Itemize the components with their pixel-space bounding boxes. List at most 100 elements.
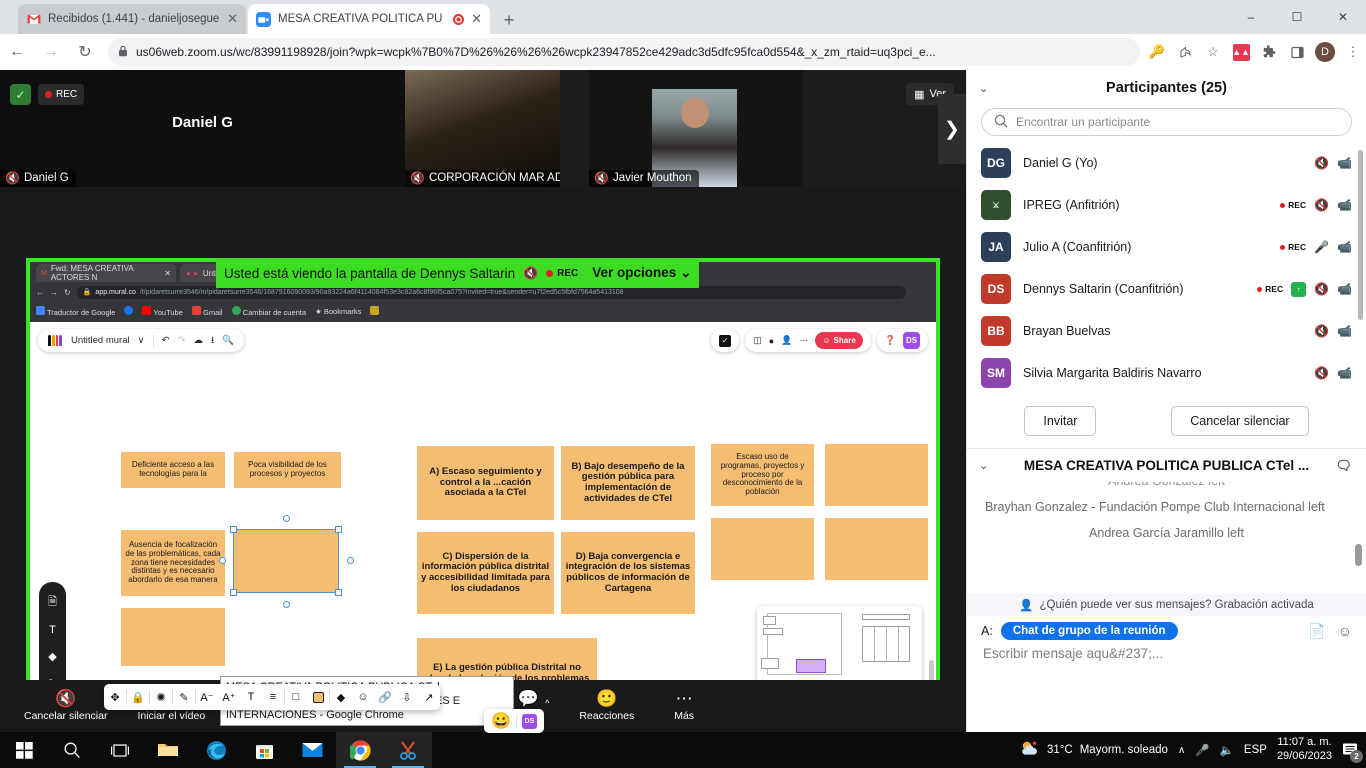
sticky-note[interactable]: [711, 518, 814, 580]
key-icon[interactable]: 🔑: [1144, 39, 1170, 65]
lock-icon[interactable]: 🔒: [127, 684, 149, 710]
group-icon[interactable]: ✺: [150, 684, 172, 710]
bookmark-bookmarks[interactable]: ★ Bookmarks: [315, 307, 361, 316]
reaction-user-avatar[interactable]: DS: [521, 713, 537, 729]
link-icon[interactable]: 🔗: [374, 684, 396, 710]
resize-handle-tr[interactable]: [335, 526, 342, 533]
close-window-button[interactable]: ✕: [1320, 0, 1366, 34]
side-panel-icon[interactable]: [1284, 39, 1310, 65]
fill-color-icon[interactable]: [307, 684, 329, 710]
resize-handle-bl[interactable]: [230, 589, 237, 596]
redo-icon[interactable]: ↷: [178, 335, 186, 346]
mural-title[interactable]: Untitled mural: [71, 335, 130, 346]
participants-list[interactable]: DG Daniel G (Yo) 🔇 📹 ⚔ IPREG (Anfitrión)…: [967, 142, 1366, 396]
video-tile-corporacion[interactable]: 🔇 CORPORACIÓN MAR ADENTRO: [405, 70, 560, 187]
participant-row[interactable]: SM Silvia Margarita Baldiris Navarro 🔇 📹: [967, 352, 1366, 394]
participant-row[interactable]: DS Dennys Saltarin (Coanfitrión) REC ↑ 🔇…: [967, 268, 1366, 310]
reload-icon[interactable]: ↻: [68, 35, 102, 69]
mural-extension-icon[interactable]: ▲▲: [1228, 39, 1254, 65]
search-icon[interactable]: 🔍: [222, 335, 234, 346]
connector-handle-left[interactable]: [219, 557, 226, 564]
mail-icon[interactable]: [288, 732, 336, 768]
chevron-down-icon[interactable]: ∨: [138, 335, 145, 346]
video-off-icon[interactable]: 📹: [1337, 241, 1352, 253]
chevron-up-icon[interactable]: ^: [545, 698, 549, 708]
font-decrease-icon[interactable]: A⁻: [196, 684, 218, 710]
shared-tab-gmail[interactable]: M Fwd: MESA CREATIVA ACTORES N ✕: [36, 264, 176, 282]
mural-user-avatar[interactable]: DS: [903, 332, 920, 349]
mode-icon[interactable]: ●: [769, 336, 774, 346]
microsoft-store-icon[interactable]: [240, 732, 288, 768]
text-icon[interactable]: T: [39, 616, 66, 643]
mic-on-icon[interactable]: 🎤: [1314, 240, 1329, 254]
edge-icon[interactable]: [192, 732, 240, 768]
recording-indicator[interactable]: REC: [38, 84, 85, 105]
star-icon[interactable]: ☆: [1200, 39, 1226, 65]
view-options-button[interactable]: Ver opciones ⌄: [586, 265, 692, 281]
search-icon[interactable]: [48, 732, 96, 768]
layers-icon[interactable]: ⇩: [396, 684, 418, 710]
file-icon[interactable]: 📄: [1308, 623, 1325, 640]
emoji-icon[interactable]: ☺: [1338, 623, 1352, 640]
font-increase-icon[interactable]: A⁺: [218, 684, 240, 710]
file-explorer-icon[interactable]: [144, 732, 192, 768]
notifications-button[interactable]: 2: [1342, 742, 1363, 763]
new-tab-button[interactable]: +: [495, 8, 523, 32]
maximize-button[interactable]: ☐: [1274, 0, 1320, 34]
square-icon[interactable]: □: [285, 684, 307, 710]
invite-button[interactable]: Invitar: [1024, 406, 1097, 436]
bookmark-facebook[interactable]: [124, 305, 134, 317]
more-button[interactable]: ⋯ Más: [668, 690, 700, 723]
bookmark-traductor[interactable]: Traductor de Google: [36, 305, 115, 317]
note-reaction-popover[interactable]: 😀 DS: [484, 709, 544, 733]
video-off-icon[interactable]: 📹: [1337, 283, 1352, 295]
mic-icon[interactable]: 🎤: [1195, 743, 1209, 757]
chrome-menu-icon[interactable]: ⋮: [1340, 39, 1366, 65]
bookmark-extra[interactable]: [370, 305, 380, 317]
chat-popout-icon[interactable]: 🗨: [1335, 458, 1352, 474]
language-indicator[interactable]: ESP: [1244, 744, 1267, 756]
chat-recipient-selector[interactable]: Chat de grupo de la reunión: [1000, 622, 1178, 640]
sticky-note[interactable]: [825, 518, 928, 580]
expand-icon[interactable]: ↗: [418, 684, 440, 710]
mural-checkbox-button[interactable]: ✓: [711, 329, 740, 352]
unmute-button[interactable]: 🔇 Cancelar silenciar ^: [18, 690, 117, 723]
mic-off-icon[interactable]: 🔇: [1314, 367, 1329, 379]
participant-row[interactable]: BB Brayan Buelvas 🔇 📹: [967, 310, 1366, 352]
emoji-icon[interactable]: 😀: [491, 711, 511, 731]
chat-messages[interactable]: Andrea Gonzalez left Brayhan Gonzalez - …: [967, 482, 1366, 594]
share-icon[interactable]: [1172, 39, 1198, 65]
chat-message-input[interactable]: Escribir mensaje aqu&#237;...: [967, 640, 1366, 661]
back-icon[interactable]: ←: [0, 35, 34, 69]
video-off-icon[interactable]: 📹: [1337, 367, 1352, 379]
undo-icon[interactable]: ↶: [162, 335, 170, 346]
sticky-note[interactable]: A) Escaso seguimiento y control a la ...…: [417, 446, 554, 520]
sticky-note[interactable]: Escaso uso de programas, proyectos y pro…: [711, 444, 814, 506]
video-off-icon[interactable]: 📹: [1337, 157, 1352, 169]
cloud-icon[interactable]: ☁: [194, 335, 204, 346]
participants-scrollbar[interactable]: [1358, 150, 1363, 320]
reactions-button[interactable]: 🙂 Reacciones: [573, 690, 640, 723]
browser-tab-gmail[interactable]: Recibidos (1.441) - danieljosegue ✕: [18, 4, 246, 34]
participant-row[interactable]: JA Julio A (Coanfitrión) REC 🎤 📹: [967, 226, 1366, 268]
address-bar[interactable]: us06web.zoom.us/wc/83991198928/join?wpk=…: [108, 38, 1140, 66]
tag-icon[interactable]: ◆: [330, 684, 352, 710]
sticky-note[interactable]: [825, 444, 928, 506]
close-icon[interactable]: ✕: [227, 11, 238, 27]
participant-search-input[interactable]: Encontrar un participante: [981, 108, 1352, 136]
forward-icon[interactable]: →: [34, 35, 68, 69]
close-icon[interactable]: ✕: [164, 269, 171, 278]
participant-row[interactable]: DG Daniel G (Yo) 🔇 📹: [967, 142, 1366, 184]
sticky-note[interactable]: Ausencia de focalización de las problemá…: [121, 530, 225, 596]
sticky-note[interactable]: D) Baja convergencia e integración de lo…: [561, 532, 695, 614]
sticky-note[interactable]: [121, 608, 225, 666]
resize-handle-tl[interactable]: [230, 526, 237, 533]
outline-icon[interactable]: ◫: [753, 335, 762, 346]
sticky-note[interactable]: C) Dispersión de la información pública …: [417, 532, 554, 614]
clock[interactable]: 11:07 a. m. 29/06/2023: [1277, 736, 1332, 764]
profile-avatar[interactable]: D: [1312, 39, 1338, 65]
bookmark-youtube[interactable]: YouTube: [142, 305, 183, 317]
download-icon[interactable]: ⭳: [211, 333, 214, 349]
connector-handle-bottom[interactable]: [283, 601, 290, 608]
security-shield-icon[interactable]: ✓: [10, 84, 31, 105]
